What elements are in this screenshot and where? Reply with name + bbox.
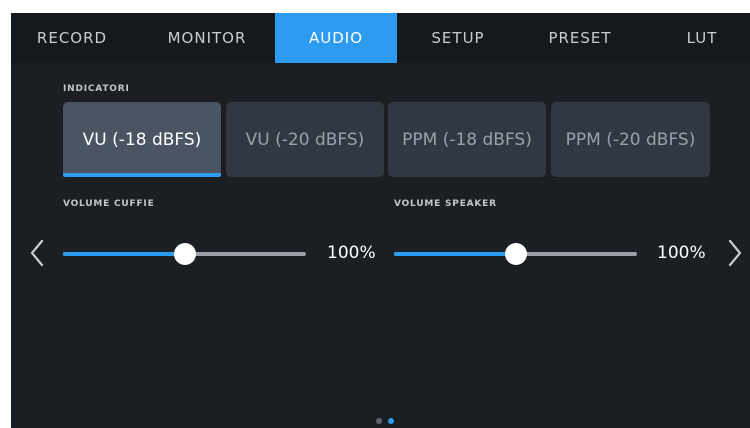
indicator-option-label: VU (-18 dBFS) [82,129,202,150]
indicator-option-label: PPM (-18 dBFS) [402,129,532,150]
indicator-option-vu-20[interactable]: VU (-20 dBFS) [226,102,384,177]
headphone-volume-label: VOLUME CUFFIE [63,199,155,209]
chevron-left-icon[interactable] [29,239,45,267]
headphone-volume-slider[interactable] [63,242,306,266]
speaker-volume-label: VOLUME SPEAKER [394,199,497,209]
indicators-label: INDICATORI [63,84,130,94]
tab-preset[interactable]: PRESET [519,13,641,63]
selected-underline [63,173,221,177]
tab-setup[interactable]: SETUP [397,13,519,63]
headphone-volume-value: 100% [327,243,376,263]
speaker-volume-value: 100% [657,243,706,263]
tab-monitor[interactable]: MONITOR [146,13,268,63]
tab-lut[interactable]: LUT [641,13,750,63]
slider-fill [63,252,185,256]
chevron-right-icon[interactable] [727,239,743,267]
tab-audio[interactable]: AUDIO [275,13,397,63]
tab-record[interactable]: RECORD [11,13,133,63]
slider-knob[interactable] [173,243,196,265]
indicator-option-ppm-18[interactable]: PPM (-18 dBFS) [388,102,546,177]
indicator-option-label: PPM (-20 dBFS) [565,129,696,150]
indicator-option-label: VU (-20 dBFS) [245,129,365,150]
audio-settings-screen: RECORD MONITOR AUDIO SETUP PRESET LUT IN… [11,13,750,428]
indicator-option-ppm-20[interactable]: PPM (-20 dBFS) [551,102,710,177]
page-dot-current[interactable] [388,418,394,424]
speaker-volume-slider[interactable] [394,242,637,266]
tab-bar: RECORD MONITOR AUDIO SETUP PRESET LUT [11,13,750,63]
slider-fill [394,252,516,256]
page-dot[interactable] [376,418,382,424]
indicator-option-vu-18[interactable]: VU (-18 dBFS) [63,102,221,177]
page-indicator [376,418,394,424]
slider-knob[interactable] [504,243,527,265]
